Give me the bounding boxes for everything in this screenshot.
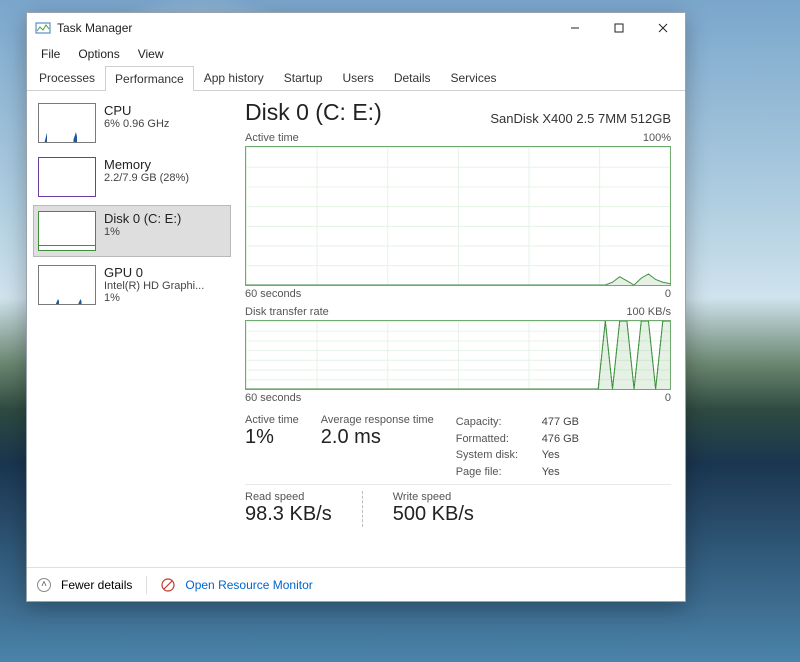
task-manager-window: Task Manager File Options View Processes… — [26, 12, 686, 602]
resource-monitor-icon — [161, 578, 175, 592]
write-lbl: Write speed — [393, 491, 474, 503]
minimize-button[interactable] — [553, 13, 597, 43]
graph1-label: Active time — [245, 132, 299, 144]
capacity-key: Capacity: — [456, 414, 532, 431]
footer: ˄ Fewer details Open Resource Monitor — [27, 567, 685, 601]
graph1-xright: 0 — [665, 288, 671, 300]
sidebar-gpu-title: GPU 0 — [104, 265, 204, 280]
disk-model-label: SanDisk X400 2.5 7MM 512GB — [490, 111, 671, 126]
fewer-details-link[interactable]: Fewer details — [61, 578, 132, 592]
art-val: 2.0 ms — [321, 426, 434, 449]
sidebar-memory-sub: 2.2/7.9 GB (28%) — [104, 172, 189, 184]
pagefile-val: Yes — [542, 464, 560, 481]
sidebar-item-disk[interactable]: Disk 0 (C: E:) 1% — [33, 205, 231, 257]
disk-info: Capacity: 477 GB Formatted: 476 GB System … — [456, 414, 579, 480]
divider — [362, 491, 363, 527]
graph1-max: 100% — [643, 132, 671, 144]
sidebar-item-cpu[interactable]: CPU 6% 0.96 GHz — [33, 97, 231, 149]
active-time-val: 1% — [245, 426, 299, 449]
art-lbl: Average response time — [321, 414, 434, 426]
graph1-xleft: 60 seconds — [245, 288, 301, 300]
disk-thumb-icon — [38, 211, 96, 251]
menubar: File Options View — [27, 43, 685, 65]
maximize-button[interactable] — [597, 13, 641, 43]
menu-view[interactable]: View — [130, 45, 172, 63]
tab-processes[interactable]: Processes — [29, 65, 105, 90]
read-val: 98.3 KB/s — [245, 503, 332, 526]
formatted-val: 476 GB — [542, 431, 579, 448]
page-title: Disk 0 (C: E:) — [245, 99, 382, 126]
tab-services[interactable]: Services — [441, 65, 507, 90]
tab-apphistory[interactable]: App history — [194, 65, 274, 90]
sysdisk-key: System disk: — [456, 447, 532, 464]
sidebar-gpu-sub2: 1% — [104, 292, 204, 304]
tab-startup[interactable]: Startup — [274, 65, 333, 90]
active-time-graph[interactable] — [245, 146, 671, 286]
active-time-lbl: Active time — [245, 414, 299, 426]
close-button[interactable] — [641, 13, 685, 43]
menu-options[interactable]: Options — [70, 45, 127, 63]
tab-performance[interactable]: Performance — [105, 66, 194, 91]
graph2-xright: 0 — [665, 392, 671, 404]
sidebar-item-gpu[interactable]: GPU 0 Intel(R) HD Graphi... 1% — [33, 259, 231, 311]
main-panel: Disk 0 (C: E:) SanDisk X400 2.5 7MM 512G… — [235, 91, 685, 567]
graph2-xleft: 60 seconds — [245, 392, 301, 404]
window-title: Task Manager — [57, 21, 553, 35]
graph2-label: Disk transfer rate — [245, 306, 329, 318]
pagefile-key: Page file: — [456, 464, 532, 481]
tab-details[interactable]: Details — [384, 65, 441, 90]
sidebar-gpu-sub: Intel(R) HD Graphi... — [104, 280, 204, 292]
divider — [146, 576, 147, 594]
sysdisk-val: Yes — [542, 447, 560, 464]
capacity-val: 477 GB — [542, 414, 579, 431]
memory-thumb-icon — [38, 157, 96, 197]
cpu-thumb-icon — [38, 103, 96, 143]
tab-users[interactable]: Users — [332, 65, 383, 90]
transfer-rate-graph[interactable] — [245, 320, 671, 390]
sidebar-disk-sub: 1% — [104, 226, 181, 238]
read-lbl: Read speed — [245, 491, 332, 503]
tabstrip: Processes Performance App history Startu… — [27, 65, 685, 91]
graph2-max: 100 KB/s — [626, 306, 671, 318]
chevron-up-icon[interactable]: ˄ — [37, 578, 51, 592]
sidebar-memory-title: Memory — [104, 157, 189, 172]
task-manager-icon — [35, 20, 51, 36]
open-resource-monitor-link[interactable]: Open Resource Monitor — [185, 578, 312, 592]
titlebar[interactable]: Task Manager — [27, 13, 685, 43]
sidebar-cpu-sub: 6% 0.96 GHz — [104, 118, 169, 130]
menu-file[interactable]: File — [33, 45, 68, 63]
write-val: 500 KB/s — [393, 503, 474, 526]
gpu-thumb-icon — [38, 265, 96, 305]
sidebar-item-memory[interactable]: Memory 2.2/7.9 GB (28%) — [33, 151, 231, 203]
performance-sidebar: CPU 6% 0.96 GHz Memory 2.2/7.9 GB (28%) … — [27, 91, 235, 567]
sidebar-disk-title: Disk 0 (C: E:) — [104, 211, 181, 226]
sidebar-cpu-title: CPU — [104, 103, 169, 118]
formatted-key: Formatted: — [456, 431, 532, 448]
